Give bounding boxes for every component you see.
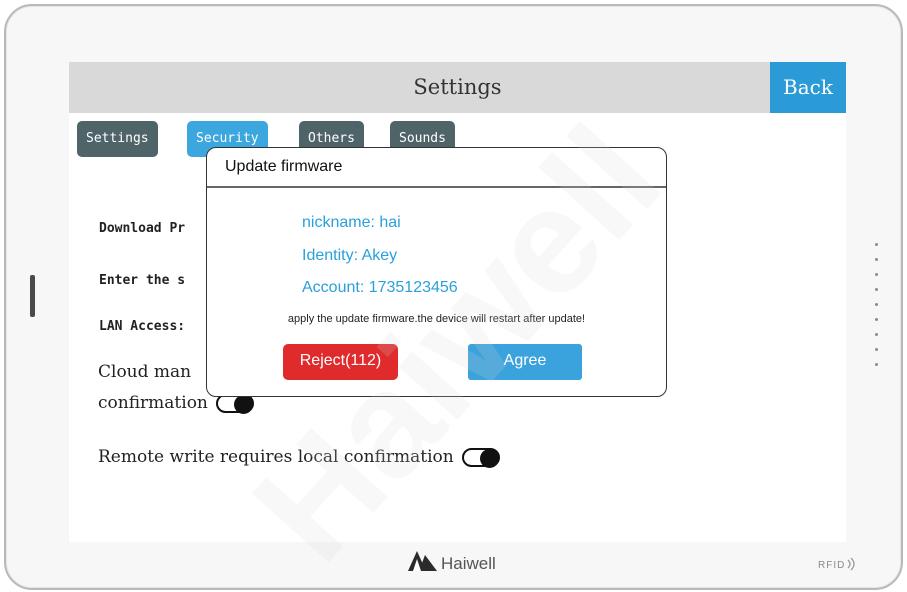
account-text: Account: 1735123456 [302, 279, 458, 296]
identity-text: Identity: Akey [302, 247, 398, 264]
page-title: Settings [413, 75, 502, 99]
enter-label: Enter the s [99, 273, 186, 288]
tab-settings[interactable]: Settings [77, 121, 158, 157]
lan-access-label: LAN Access: [99, 319, 186, 334]
agree-button[interactable]: Agree [468, 344, 582, 380]
update-firmware-dialog: Update firmware nickname: hai Identity: … [206, 147, 667, 397]
rfid-mark: RFID [818, 556, 859, 575]
toggle-knob [479, 449, 499, 468]
haiwell-logo-icon [408, 550, 438, 578]
device-screen: Settings Back Settings Security Others S… [69, 62, 846, 542]
remote-write-row: Remote write requires local confirmation [98, 447, 500, 468]
back-button[interactable]: Back [770, 62, 846, 113]
toggle-knob [233, 395, 253, 414]
update-notice: apply the update firmware.the device wil… [287, 313, 586, 325]
speaker-dots [874, 243, 880, 378]
rfid-wave-icon [845, 556, 859, 575]
side-slot [30, 275, 35, 317]
nickname-text: nickname: hai [302, 214, 401, 231]
download-label: Download Pr [99, 221, 186, 236]
cloud-label-line2: confirmation [98, 393, 208, 413]
cloud-label-line1: Cloud man [98, 362, 192, 382]
remote-write-toggle[interactable] [461, 448, 500, 468]
dialog-title: Update firmware [225, 158, 343, 175]
rfid-label: RFID [818, 560, 846, 571]
brand-name: Haiwell [441, 554, 496, 573]
reject-button[interactable]: Reject(112) [283, 344, 398, 380]
dialog-divider [207, 186, 666, 188]
remote-write-label: Remote write requires local confirmation [98, 447, 454, 467]
brand-logo: Haiwell [408, 550, 496, 578]
